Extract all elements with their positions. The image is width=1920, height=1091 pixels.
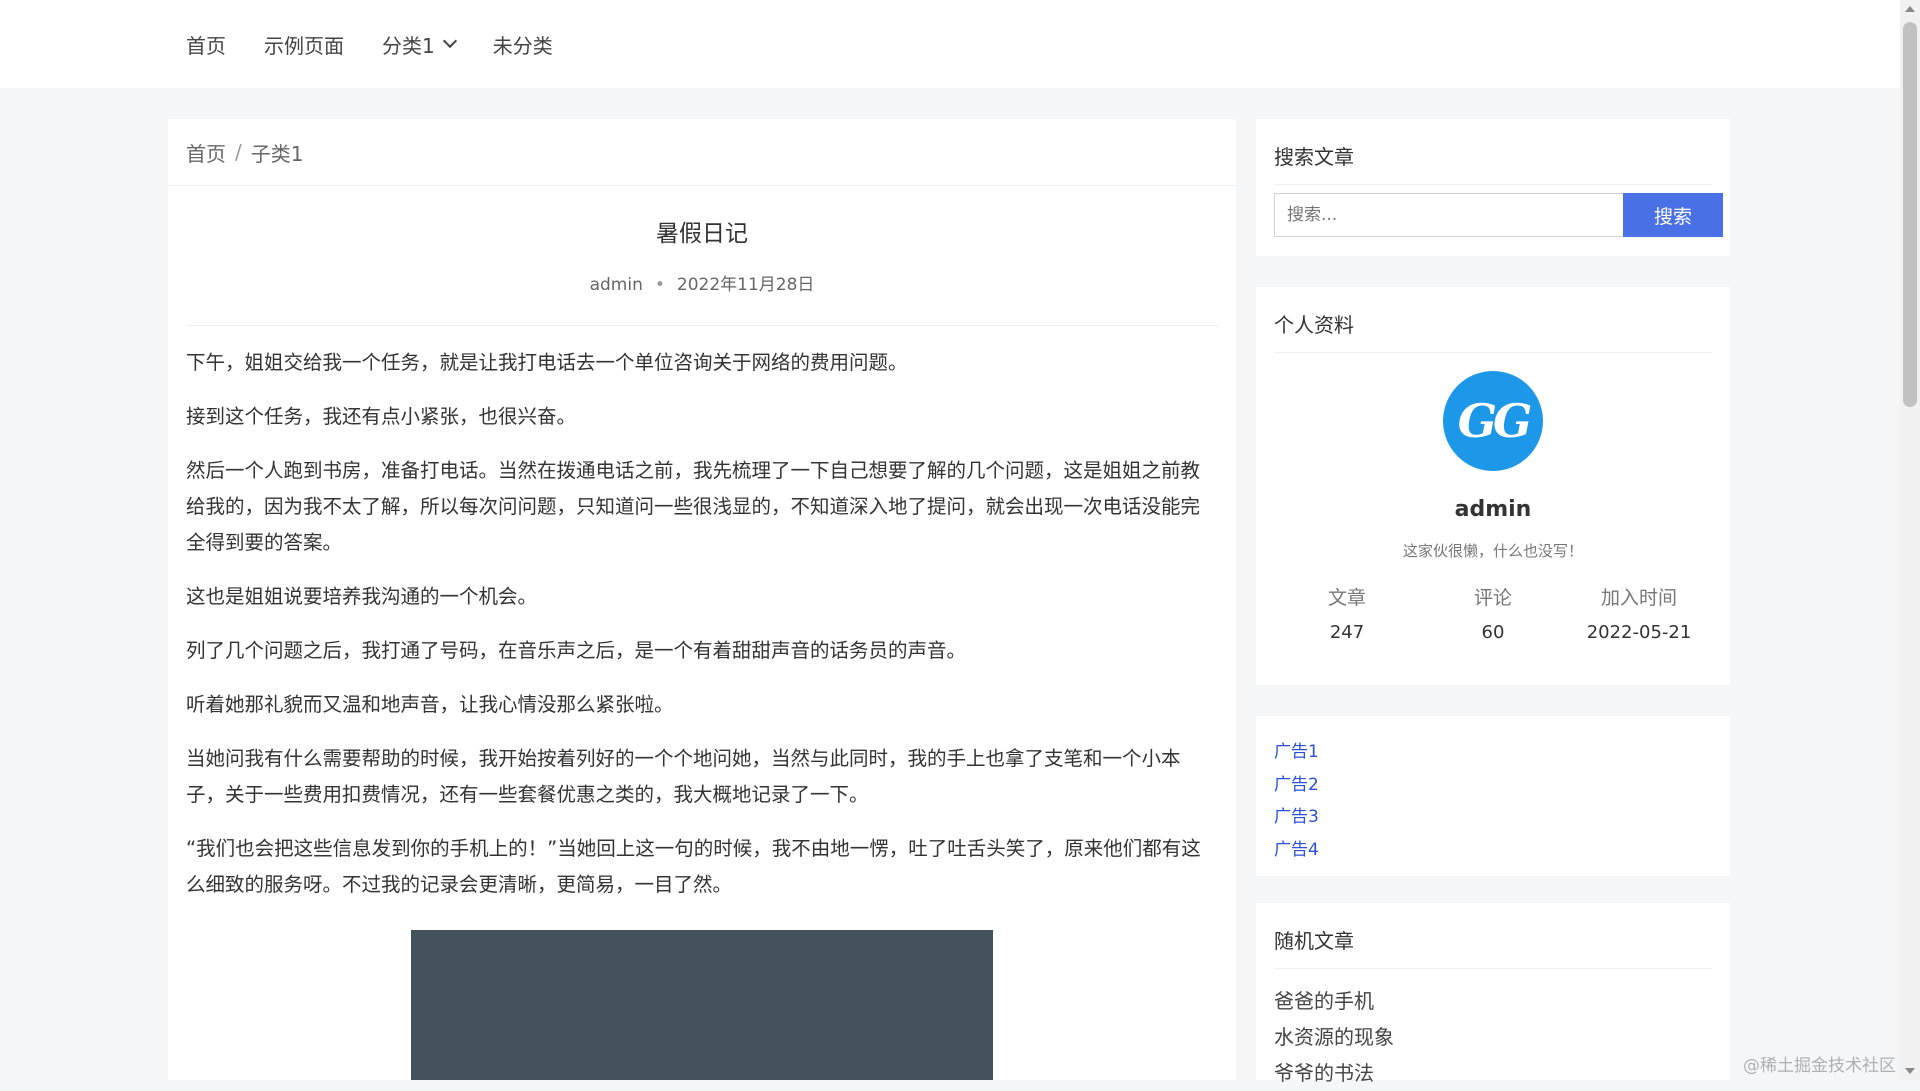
divider <box>186 325 1218 326</box>
article-card: 首页 / 子类1 暑假日记 admin • 2022年11月28日 下午，姐姐交给我… <box>168 119 1236 1080</box>
meta-separator-dot: • <box>654 275 665 295</box>
scroll-down-arrow-icon[interactable] <box>1905 1068 1915 1074</box>
ad-link[interactable]: 广告2 <box>1274 769 1712 802</box>
profile-bio: 这家伙很懒，什么也没写！ <box>1402 542 1583 560</box>
avatar-logo-text: GG <box>1457 394 1533 448</box>
stat-value: 2022-05-21 <box>1586 622 1692 643</box>
article-meta: admin • 2022年11月28日 <box>168 270 1236 295</box>
stat-comments: 评论 60 <box>1420 583 1566 643</box>
breadcrumb-home-link[interactable]: 首页 <box>186 138 226 167</box>
article-paragraph: 然后一个人跑到书房，准备打电话。当然在拨通电话之前，我先梳理了一下自己想要了解的… <box>186 459 1201 554</box>
ad-link[interactable]: 广告1 <box>1274 736 1712 769</box>
ads-widget: 广告1 广告2 广告3 广告4 <box>1256 716 1730 876</box>
search-button[interactable]: 搜索 <box>1623 193 1723 237</box>
main-nav: 首页 示例页面 分类1 未分类 <box>186 28 591 60</box>
widget-title: 搜索文章 <box>1274 119 1712 185</box>
nav-item-category1-dropdown[interactable]: 分类1 <box>382 28 457 60</box>
article-title: 暑假日记 <box>656 221 748 247</box>
random-article-link[interactable]: 水资源的现象 <box>1274 1019 1712 1055</box>
scroll-up-arrow-icon[interactable] <box>1905 6 1915 12</box>
stat-label: 加入时间 <box>1600 587 1677 609</box>
search-input[interactable] <box>1274 193 1623 237</box>
article-paragraph: 接到这个任务，我还有点小紧张，也很兴奋。 <box>186 405 577 428</box>
nav-item-home[interactable]: 首页 <box>186 28 226 60</box>
profile-stats: 文章 247 评论 60 加入时间 2022-05-21 <box>1274 583 1712 643</box>
nav-item-label: 示例页面 <box>264 33 344 58</box>
breadcrumb: 首页 / 子类1 <box>168 119 1236 186</box>
stat-value: 247 <box>1329 622 1365 643</box>
article-image <box>411 930 993 1080</box>
article-paragraph: 下午，姐姐交给我一个任务，就是让我打电话去一个单位咨询关于网络的费用问题。 <box>186 351 908 374</box>
avatar[interactable]: GG <box>1443 371 1543 471</box>
stat-join-date: 加入时间 2022-05-21 <box>1566 583 1712 643</box>
stat-label: 评论 <box>1473 587 1512 609</box>
profile-name: admin <box>1454 497 1532 522</box>
breadcrumb-separator: / <box>235 140 242 164</box>
random-articles-widget: 随机文章 爸爸的手机 水资源的现象 爷爷的书法 <box>1256 903 1730 1085</box>
random-article-link[interactable]: 爸爸的手机 <box>1274 983 1712 1019</box>
widget-title: 随机文章 <box>1274 903 1712 969</box>
breadcrumb-current[interactable]: 子类1 <box>251 138 304 167</box>
stat-articles: 文章 247 <box>1274 583 1420 643</box>
article-paragraph: 列了几个问题之后，我打通了号码，在音乐声之后，是一个有着甜甜声音的话务员的声音。 <box>186 639 967 662</box>
article-author[interactable]: admin <box>590 275 643 295</box>
article-paragraph: 听着她那礼貌而又温和地声音，让我心情没那么紧张啦。 <box>186 693 674 716</box>
ad-link[interactable]: 广告3 <box>1274 801 1712 834</box>
nav-item-label: 首页 <box>186 33 226 58</box>
chevron-down-icon <box>442 33 457 49</box>
profile-widget: 个人资料 GG admin 这家伙很懒，什么也没写！ 文章 247 评论 60 … <box>1256 287 1730 685</box>
random-article-list: 爸爸的手机 水资源的现象 爷爷的书法 <box>1256 969 1730 1091</box>
nav-item-sample-page[interactable]: 示例页面 <box>264 28 344 60</box>
nav-item-label: 未分类 <box>492 33 553 58</box>
article-date: 2022年11月28日 <box>676 275 815 295</box>
top-navbar: 首页 示例页面 分类1 未分类 <box>0 0 1900 88</box>
stat-label: 文章 <box>1327 587 1366 609</box>
search-form: 搜索 <box>1274 193 1723 237</box>
scrollbar-thumb[interactable] <box>1903 22 1917 407</box>
nav-item-uncategorized[interactable]: 未分类 <box>493 28 553 60</box>
watermark: @稀土掘金技术社区 <box>1743 1056 1896 1076</box>
article-paragraph: 当她问我有什么需要帮助的时候，我开始按着列好的一个个地问她，当然与此同时，我的手… <box>186 747 1181 806</box>
ad-link[interactable]: 广告4 <box>1274 834 1712 867</box>
page-scrollbar[interactable] <box>1900 0 1920 1080</box>
article-paragraph: 这也是姐姐说要培养我沟通的一个机会。 <box>186 585 538 608</box>
nav-item-label: 分类1 <box>382 33 435 58</box>
random-article-link[interactable]: 爷爷的书法 <box>1274 1055 1712 1091</box>
stat-value: 60 <box>1481 622 1505 643</box>
article-content: 下午，姐姐交给我一个任务，就是让我打电话去一个单位咨询关于网络的费用问题。 接到… <box>168 345 1236 903</box>
widget-title: 个人资料 <box>1274 287 1712 353</box>
article-paragraph: “我们也会把这些信息发到你的手机上的！”当她回上这一句的时候，我不由地一愣，吐了… <box>186 837 1201 896</box>
search-widget: 搜索文章 搜索 <box>1256 119 1730 256</box>
ad-list: 广告1 广告2 广告3 广告4 <box>1256 716 1730 866</box>
